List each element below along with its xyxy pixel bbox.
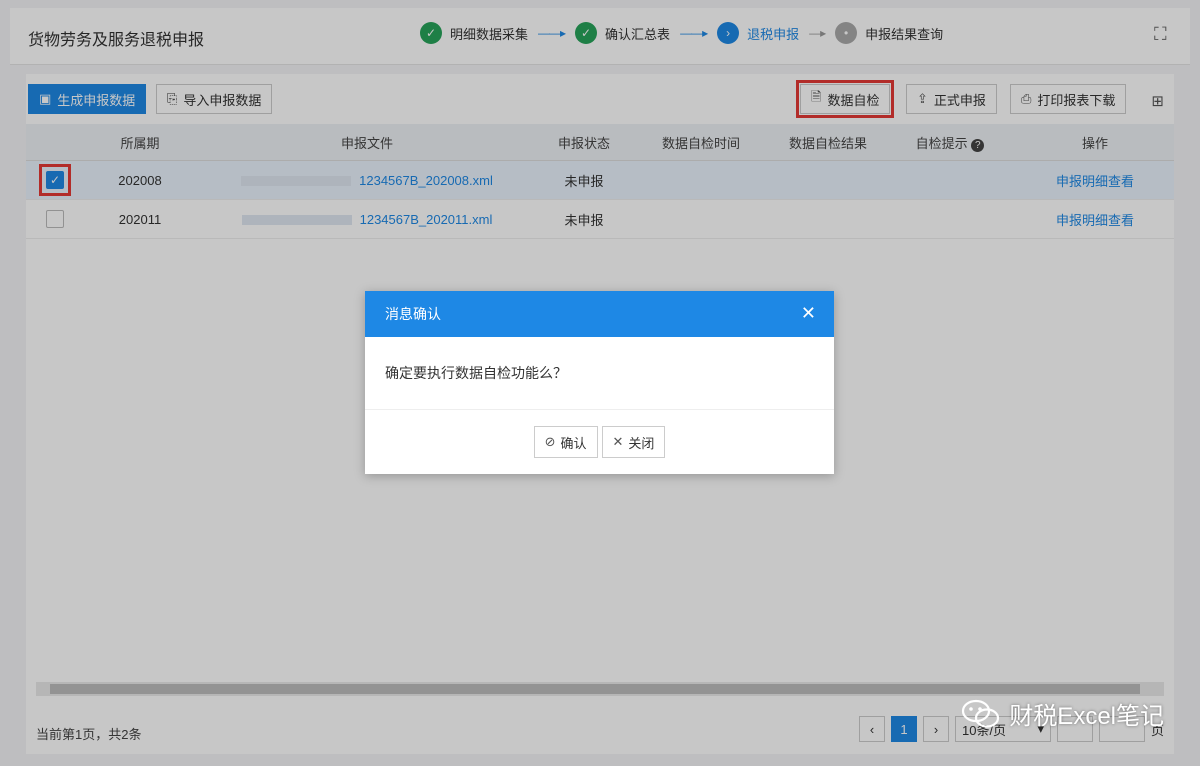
close-button[interactable]: ✕ 关闭 (601, 426, 666, 458)
confirm-label: 确认 (560, 435, 587, 451)
watermark-text: 财税Excel笔记 (1009, 703, 1164, 730)
close-icon: ✕ (612, 434, 624, 449)
close-label: 关闭 (628, 435, 655, 451)
check-circle-icon: ⊘ (544, 434, 556, 449)
dialog-header: 消息确认 ✕ (365, 291, 834, 337)
wechat-icon (962, 699, 1000, 728)
dialog-title: 消息确认 (385, 306, 441, 322)
dialog-footer: ⊘ 确认 ✕ 关闭 (365, 410, 834, 474)
watermark: 财税Excel笔记 (961, 696, 1164, 731)
close-icon[interactable]: ✕ (801, 303, 816, 324)
dialog-message: 确定要执行数据自检功能么？ (365, 337, 834, 410)
confirm-dialog: 消息确认 ✕ 确定要执行数据自检功能么？ ⊘ 确认 ✕ 关闭 (365, 291, 834, 474)
confirm-button[interactable]: ⊘ 确认 (533, 426, 598, 458)
